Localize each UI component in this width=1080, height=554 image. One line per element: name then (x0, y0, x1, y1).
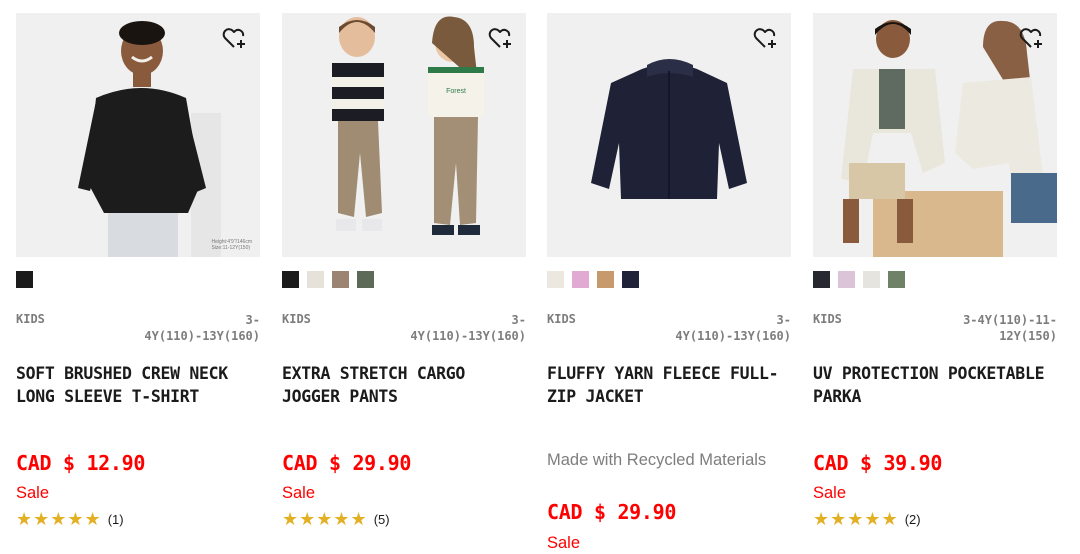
rating[interactable]: ★★★★★ (2) (813, 508, 921, 530)
gender-label: KIDS (16, 312, 45, 326)
gender-label: KIDS (813, 312, 842, 326)
rating[interactable]: ★★★★★ (1) (16, 508, 124, 530)
rating[interactable]: ★★★★★ (5) (282, 508, 390, 530)
size-range: 3- 4Y(110)-13Y(160) (144, 313, 260, 343)
rating-stars-icon: ★★★★★ (282, 508, 368, 530)
product-name[interactable]: EXTRA STRETCH CARGO JOGGER PANTS (282, 362, 526, 408)
gender-label: KIDS (282, 312, 311, 326)
color-swatch[interactable] (282, 271, 299, 288)
sale-label: Sale (547, 534, 581, 552)
product-card[interactable]: Forest KIDS 3- 4Y(110)-13Y(160) EXTRA ST… (282, 13, 526, 554)
review-count: (5) (373, 511, 390, 527)
color-swatch[interactable] (597, 271, 614, 288)
product-meta: KIDS 3-4Y(110)-11- 12Y(150) (813, 312, 1057, 344)
color-swatches (547, 271, 639, 288)
color-swatch[interactable] (572, 271, 589, 288)
recycled-note: Made with Recycled Materials (547, 451, 767, 469)
review-count: (1) (107, 511, 124, 527)
product-price: CAD $ 29.90 (547, 500, 677, 524)
product-price: CAD $ 12.90 (16, 451, 146, 475)
svg-text:Forest: Forest (446, 88, 466, 95)
product-meta: KIDS 3- 4Y(110)-13Y(160) (282, 312, 526, 344)
product-meta: KIDS 3- 4Y(110)-13Y(160) (547, 312, 791, 344)
color-swatch[interactable] (813, 271, 830, 288)
color-swatch[interactable] (838, 271, 855, 288)
image-caption: Height:4'9"/146cm Size:11-12Y(150) (211, 239, 252, 251)
color-swatch[interactable] (888, 271, 905, 288)
color-swatch[interactable] (547, 271, 564, 288)
favorite-heart-icon[interactable] (220, 23, 250, 53)
color-swatch[interactable] (332, 271, 349, 288)
color-swatches (16, 271, 33, 288)
product-price: CAD $ 39.90 (813, 451, 943, 475)
product-image[interactable]: Height:4'9"/146cm Size:11-12Y(150) (16, 13, 260, 257)
favorite-heart-icon[interactable] (1017, 23, 1047, 53)
favorite-heart-icon[interactable] (486, 23, 516, 53)
size-range: 3-4Y(110)-11- 12Y(150) (963, 313, 1057, 343)
product-card[interactable]: KIDS 3- 4Y(110)-13Y(160) FLUFFY YARN FLE… (547, 13, 791, 554)
product-meta: KIDS 3- 4Y(110)-13Y(160) (16, 312, 260, 344)
gender-label: KIDS (547, 312, 576, 326)
product-card[interactable]: Height:4'9"/146cm Size:11-12Y(150) KIDS … (16, 13, 260, 554)
product-price: CAD $ 29.90 (282, 451, 412, 475)
product-image[interactable] (813, 13, 1057, 257)
sale-label: Sale (282, 484, 316, 502)
sale-label: Sale (813, 484, 847, 502)
favorite-heart-icon[interactable] (751, 23, 781, 53)
sale-label: Sale (16, 484, 50, 502)
size-range: 3- 4Y(110)-13Y(160) (410, 313, 526, 343)
product-name[interactable]: UV PROTECTION POCKETABLE PARKA (813, 362, 1057, 408)
rating-stars-icon: ★★★★★ (813, 508, 899, 530)
color-swatch[interactable] (863, 271, 880, 288)
rating-stars-icon: ★★★★★ (16, 508, 102, 530)
product-name[interactable]: SOFT BRUSHED CREW NECK LONG SLEEVE T-SHI… (16, 362, 260, 408)
product-image[interactable] (547, 13, 791, 257)
product-image[interactable]: Forest (282, 13, 526, 257)
color-swatch[interactable] (622, 271, 639, 288)
product-grid: Height:4'9"/146cm Size:11-12Y(150) KIDS … (16, 13, 1062, 554)
review-count: (2) (904, 511, 921, 527)
color-swatches (813, 271, 905, 288)
product-name[interactable]: FLUFFY YARN FLEECE FULL-ZIP JACKET (547, 362, 791, 408)
color-swatch[interactable] (357, 271, 374, 288)
color-swatches (282, 271, 374, 288)
product-card[interactable]: KIDS 3-4Y(110)-11- 12Y(150) UV PROTECTIO… (813, 13, 1057, 554)
color-swatch[interactable] (307, 271, 324, 288)
size-range: 3- 4Y(110)-13Y(160) (675, 313, 791, 343)
color-swatch[interactable] (16, 271, 33, 288)
